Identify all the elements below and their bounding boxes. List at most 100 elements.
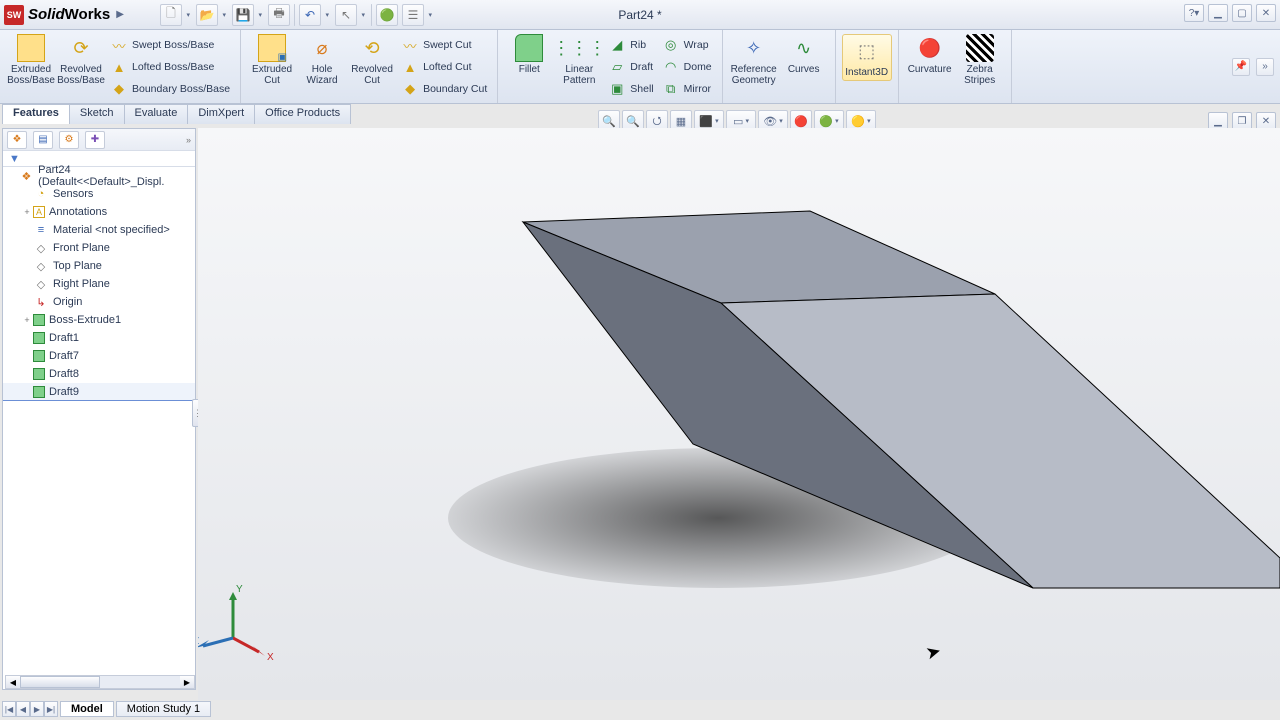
- dome-button[interactable]: ◠Dome: [658, 56, 716, 78]
- tree-material[interactable]: ≡Material <not specified>: [3, 221, 195, 239]
- label: Hole Wizard: [307, 64, 338, 86]
- scroll-left-button[interactable]: ◀: [6, 676, 20, 688]
- tab-last-button[interactable]: ▶|: [44, 701, 58, 717]
- maximize-button[interactable]: ▢: [1232, 4, 1252, 22]
- tab-dimxpert[interactable]: DimXpert: [187, 104, 255, 124]
- label: Wrap: [684, 39, 709, 51]
- scroll-thumb[interactable]: [20, 676, 100, 688]
- instant3d-button[interactable]: ⬚ Instant3D: [842, 34, 892, 81]
- tab-next-button[interactable]: ▶: [30, 701, 44, 717]
- section-view-icon: ▦: [676, 115, 686, 128]
- select-button[interactable]: ↖: [335, 4, 357, 26]
- scroll-right-button[interactable]: ▶: [180, 676, 194, 688]
- tree-boss-extrude1[interactable]: +Boss-Extrude1: [3, 311, 195, 329]
- tab-first-button[interactable]: |◀: [2, 701, 16, 717]
- label: Top Plane: [53, 260, 102, 272]
- tree-front-plane[interactable]: ◇Front Plane: [3, 239, 195, 257]
- tree-right-plane[interactable]: ◇ Right Plane: [3, 275, 195, 293]
- reference-geometry-button[interactable]: ✧ Reference Geometry: [729, 34, 779, 86]
- tab-model[interactable]: Model: [60, 701, 114, 717]
- lofted-cut-button[interactable]: ▲Lofted Cut: [397, 56, 491, 78]
- boundary-boss-icon: ◆: [110, 80, 128, 98]
- curvature-button[interactable]: 🔴 Curvature: [905, 34, 955, 75]
- revolved-cut-button[interactable]: ⟲ Revolved Cut: [347, 34, 397, 86]
- tab-features[interactable]: Features: [2, 104, 70, 124]
- model-3d[interactable]: Y X Z: [198, 128, 1280, 700]
- revolved-boss-button[interactable]: ⟳ Revolved Boss/Base: [56, 34, 106, 86]
- label: Sensors: [53, 188, 93, 200]
- label: Draft7: [49, 350, 79, 362]
- appearance-icon: 🔴: [794, 115, 808, 128]
- rib-button[interactable]: ◢Rib: [604, 34, 657, 56]
- tab-office-products[interactable]: Office Products: [254, 104, 351, 124]
- extruded-boss-button[interactable]: Extruded Boss/Base: [6, 34, 56, 86]
- save-button[interactable]: 💾: [232, 4, 254, 26]
- options-button[interactable]: ☰: [402, 4, 424, 26]
- label: Right Plane: [53, 278, 110, 290]
- draft-icon: [33, 368, 45, 380]
- tab-sketch[interactable]: Sketch: [69, 104, 125, 124]
- fillet-button[interactable]: Fillet: [504, 34, 554, 75]
- scroll-track[interactable]: [20, 676, 180, 688]
- tree-top-plane[interactable]: ◇Top Plane: [3, 257, 195, 275]
- ribbon-overflow-button[interactable]: »: [1256, 58, 1274, 76]
- tab-motion-study[interactable]: Motion Study 1: [116, 701, 211, 717]
- config-manager-tab[interactable]: ⚙: [59, 131, 79, 149]
- options-icon: ☰: [408, 8, 419, 22]
- tree-origin[interactable]: ↳Origin: [3, 293, 195, 311]
- draft-icon: [33, 332, 45, 344]
- orientation-triad[interactable]: Y X Z: [198, 584, 274, 663]
- new-button[interactable]: 🗋: [160, 4, 182, 26]
- extruded-cut-button[interactable]: ▣ Extruded Cut: [247, 34, 297, 86]
- bottom-tab-bar: |◀ ◀ ▶ ▶| Model Motion Study 1: [2, 700, 211, 718]
- tree-draft8[interactable]: Draft8: [3, 365, 195, 383]
- label: Annotations: [49, 206, 107, 218]
- property-manager-tab[interactable]: ▤: [33, 131, 53, 149]
- tree-draft9[interactable]: Draft9: [3, 383, 195, 401]
- minimize-button[interactable]: ▁: [1208, 4, 1228, 22]
- graphics-viewport[interactable]: Y X Z ➤: [198, 128, 1280, 700]
- open-button[interactable]: 📂: [196, 4, 218, 26]
- close-button[interactable]: ✕: [1256, 4, 1276, 22]
- feature-tree-tab[interactable]: ❖: [7, 131, 27, 149]
- panel-collapse-button[interactable]: »: [186, 135, 191, 145]
- tree-draft1[interactable]: Draft1: [3, 329, 195, 347]
- hide-show-icon: 👁: [763, 115, 777, 128]
- tab-prev-button[interactable]: ◀: [16, 701, 30, 717]
- mirror-button[interactable]: ⧉Mirror: [658, 78, 716, 100]
- dimxpert-manager-tab[interactable]: ✚: [85, 131, 105, 149]
- draft-button[interactable]: ▱Draft: [604, 56, 657, 78]
- app-menu-arrow-icon[interactable]: ▶: [116, 9, 124, 20]
- label: Extruded Cut: [252, 64, 292, 86]
- print-button[interactable]: 🖶: [268, 4, 290, 26]
- wrap-button[interactable]: ◎Wrap: [658, 34, 716, 56]
- help-button[interactable]: ?▾: [1184, 4, 1204, 22]
- boundary-cut-button[interactable]: ◆Boundary Cut: [397, 78, 491, 100]
- expander-icon[interactable]: +: [21, 315, 33, 325]
- tree-root[interactable]: ❖Part24 (Default<<Default>_Displ.: [3, 167, 195, 185]
- maximize-icon: ▢: [1237, 8, 1246, 19]
- scene-icon: 🟢: [819, 115, 833, 128]
- hole-wizard-button[interactable]: ⌀ Hole Wizard: [297, 34, 347, 86]
- swept-cut-button[interactable]: 〰Swept Cut: [397, 34, 491, 56]
- expander-icon[interactable]: +: [21, 207, 33, 217]
- pin-ribbon-button[interactable]: 📌: [1232, 58, 1250, 76]
- lofted-boss-button[interactable]: ▲Lofted Boss/Base: [106, 56, 234, 78]
- tree-annotations[interactable]: +AAnnotations: [3, 203, 195, 221]
- undo-button[interactable]: ↶: [299, 4, 321, 26]
- panel-h-scrollbar[interactable]: ◀ ▶: [5, 675, 195, 689]
- shell-button[interactable]: ▣Shell: [604, 78, 657, 100]
- label: Curvature: [908, 64, 952, 75]
- label: Draft1: [49, 332, 79, 344]
- plane-icon: ◇: [33, 276, 49, 292]
- tab-evaluate[interactable]: Evaluate: [124, 104, 189, 124]
- rebuild-button[interactable]: 🟢: [376, 4, 398, 26]
- tree-draft7[interactable]: Draft7: [3, 347, 195, 365]
- app-logo[interactable]: SW SolidWorks ▶: [0, 0, 130, 30]
- boundary-boss-button[interactable]: ◆Boundary Boss/Base: [106, 78, 234, 100]
- linear-pattern-button[interactable]: ⋮⋮⋮ Linear Pattern: [554, 34, 604, 86]
- swept-boss-button[interactable]: 〰Swept Boss/Base: [106, 34, 234, 56]
- curves-button[interactable]: ∿ Curves: [779, 34, 829, 75]
- zebra-stripes-button[interactable]: Zebra Stripes: [955, 34, 1005, 86]
- extrude-icon: [33, 314, 45, 326]
